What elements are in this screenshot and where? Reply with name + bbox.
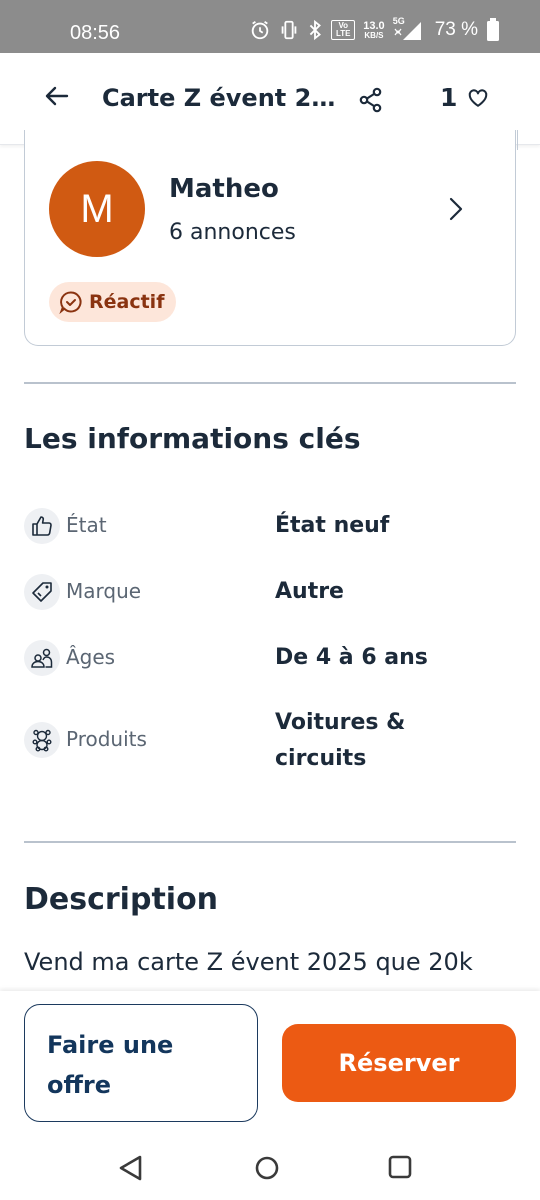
description-text: Vend ma carte Z évent 2025 que 20k xyxy=(24,948,473,976)
seller-card[interactable]: M Matheo 6 annonces Réactif xyxy=(23,130,518,346)
reactive-badge: Réactif xyxy=(49,282,177,322)
seller-name: Matheo xyxy=(169,174,279,204)
seller-ads-count: 6 annonces xyxy=(169,220,296,245)
nav-back-icon[interactable] xyxy=(116,1153,146,1183)
make-offer-button[interactable]: Faire une offre xyxy=(24,1004,258,1122)
teddy-bear-icon xyxy=(24,722,60,758)
battery-icon xyxy=(487,18,499,41)
favorite-button[interactable]: 1 xyxy=(440,83,489,112)
alarm-icon xyxy=(252,20,269,40)
divider xyxy=(24,382,516,384)
share-icon[interactable] xyxy=(358,87,384,113)
divider xyxy=(24,841,516,843)
bluetooth-icon xyxy=(310,19,322,41)
info-value: État neuf xyxy=(275,513,390,538)
info-label: Marque xyxy=(66,579,142,603)
favorite-count: 1 xyxy=(440,83,458,112)
description-title: Description xyxy=(24,882,219,917)
nav-recents-icon[interactable] xyxy=(386,1153,416,1183)
system-nav-bar xyxy=(0,1135,540,1200)
key-info-title: Les informations clés xyxy=(24,422,361,455)
action-bar: Faire une offre Réserver xyxy=(0,991,540,1135)
status-icons: Vo LTE 13.0 KB/S 5G 73 % xyxy=(249,17,500,42)
avatar: M xyxy=(49,161,145,257)
heart-icon xyxy=(469,88,488,107)
vibrate-icon xyxy=(281,20,297,40)
info-value: De 4 à 6 ans xyxy=(275,645,428,670)
net-speed: 13.0 KB/S xyxy=(363,19,385,40)
info-label: Âges xyxy=(66,645,116,669)
thumbs-up-icon xyxy=(24,508,60,544)
info-value: Autre xyxy=(275,579,344,604)
chevron-right-icon xyxy=(449,197,463,221)
info-label: Produits xyxy=(66,727,147,751)
page-title: Carte Z évent 2… xyxy=(102,84,336,112)
nav-home-icon[interactable] xyxy=(252,1153,282,1183)
people-icon xyxy=(24,640,60,676)
status-bar: 08:56 Vo LTE 13.0 KB/S 5G 73 % xyxy=(0,0,540,53)
reserve-button[interactable]: Réserver xyxy=(282,1024,516,1102)
check-bubble-icon xyxy=(59,291,82,314)
info-value: Voitures & circuits xyxy=(275,710,406,771)
tag-icon xyxy=(24,574,60,610)
volte-icon: Vo LTE xyxy=(331,20,356,40)
badge-label: Réactif xyxy=(89,291,165,313)
signal-icon: 5G xyxy=(393,17,423,41)
status-time: 08:56 xyxy=(70,22,121,44)
battery-percent: 73 % xyxy=(434,19,478,40)
info-label: État xyxy=(66,513,107,537)
back-arrow-icon[interactable] xyxy=(44,83,70,109)
